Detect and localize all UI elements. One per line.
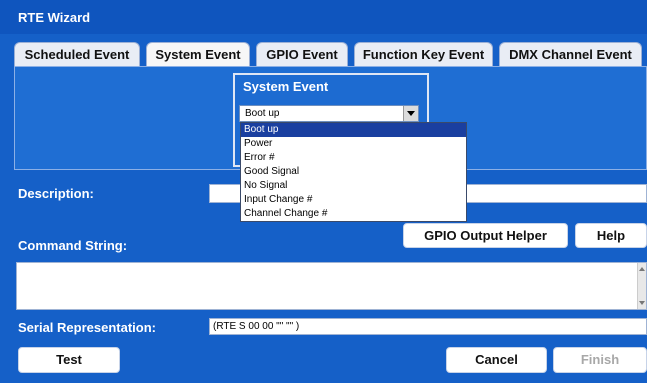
- cancel-button[interactable]: Cancel: [446, 347, 547, 373]
- scroll-down-icon[interactable]: [639, 301, 645, 305]
- tab-system-event[interactable]: System Event: [146, 42, 250, 66]
- command-scrollbar[interactable]: [637, 263, 646, 309]
- serial-representation-field: (RTE S 00 00 "" "" ): [209, 318, 647, 335]
- dropdown-option-input-change[interactable]: Input Change #: [241, 193, 466, 207]
- dropdown-option-channel-change[interactable]: Channel Change #: [241, 207, 466, 221]
- command-string-label: Command String:: [18, 238, 128, 253]
- system-event-selected-value: Boot up: [245, 108, 280, 119]
- gpio-output-helper-button[interactable]: GPIO Output Helper: [403, 223, 568, 248]
- finish-button: Finish: [553, 347, 647, 373]
- test-button[interactable]: Test: [18, 347, 120, 373]
- dropdown-option-error[interactable]: Error #: [241, 151, 466, 165]
- dropdown-option-power[interactable]: Power: [241, 137, 466, 151]
- description-label: Description:: [18, 186, 94, 201]
- window-title: RTE Wizard: [18, 10, 91, 25]
- tab-function-key-event[interactable]: Function Key Event: [354, 42, 493, 66]
- system-event-select[interactable]: Boot up: [239, 105, 419, 122]
- scroll-up-icon[interactable]: [639, 267, 645, 271]
- dropdown-option-no-signal[interactable]: No Signal: [241, 179, 466, 193]
- command-string-input[interactable]: [16, 262, 647, 310]
- help-button[interactable]: Help: [575, 223, 647, 248]
- chevron-down-icon[interactable]: [403, 106, 418, 121]
- tab-dmx-channel-event[interactable]: DMX Channel Event: [499, 42, 642, 66]
- dropdown-option-good-signal[interactable]: Good Signal: [241, 165, 466, 179]
- title-bar: RTE Wizard: [0, 0, 647, 34]
- tab-scheduled-event[interactable]: Scheduled Event: [14, 42, 140, 66]
- system-event-group-title: System Event: [243, 79, 329, 94]
- tab-gpio-event[interactable]: GPIO Event: [256, 42, 348, 66]
- rte-wizard-window: RTE Wizard Scheduled Event System Event …: [0, 0, 647, 383]
- system-event-dropdown-list: Boot up Power Error # Good Signal No Sig…: [240, 122, 467, 222]
- dropdown-option-boot-up[interactable]: Boot up: [241, 123, 466, 137]
- serial-representation-label: Serial Representation:: [18, 320, 156, 335]
